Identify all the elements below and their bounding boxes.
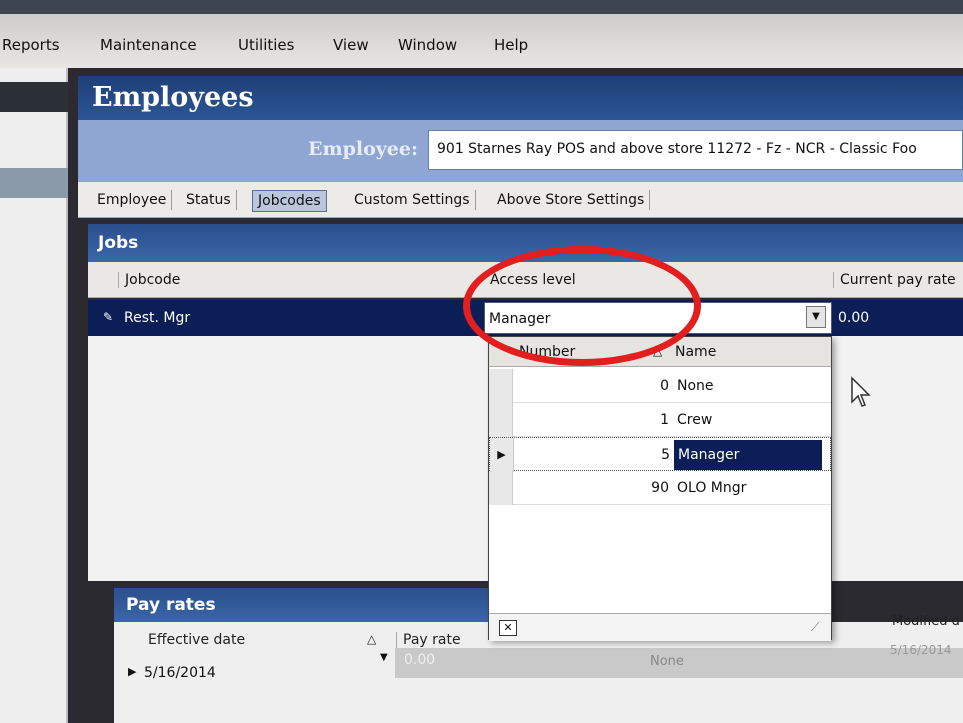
tab-jobcodes[interactable]: Jobcodes	[252, 190, 327, 212]
list-item-selected[interactable]: ▶ 5 Manager	[489, 437, 831, 472]
left-nav-header	[0, 82, 68, 112]
menu-utilities[interactable]: Utilities	[238, 36, 294, 54]
mouse-cursor-icon	[851, 376, 871, 407]
access-level-dropdown-list[interactable]: Number △ Name 0 None 1 Crew ▶ 5 Manager …	[488, 336, 832, 641]
list-item[interactable]: 1 Crew	[489, 403, 831, 437]
pay-rates-section-title: Pay rates	[114, 588, 490, 622]
column-effective-date[interactable]: Effective date	[148, 632, 245, 648]
row-pointer-icon: ▶	[490, 438, 514, 472]
modified-date-cell[interactable]: 5/16/2014	[890, 643, 952, 657]
column-pay-rate[interactable]: Pay rate	[396, 632, 461, 648]
list-item[interactable]: 90 OLO Mngr	[489, 471, 831, 505]
dropdown-footer: ✕ ⟋	[489, 613, 831, 641]
window-top-strip	[0, 0, 963, 14]
left-nav-selected-item[interactable]	[0, 168, 68, 198]
column-current-pay-rate[interactable]: Current pay rate	[833, 272, 956, 288]
column-modified-date[interactable]: Modified d	[892, 614, 960, 629]
sort-triangle-icon: △	[367, 632, 377, 646]
tab-status[interactable]: Status	[181, 190, 237, 210]
pay-rate-access-cell[interactable]: None	[650, 654, 684, 669]
tab-above-store-settings[interactable]: Above Store Settings	[492, 190, 651, 210]
pay-rate-cell[interactable]: 0.00	[838, 310, 869, 326]
left-nav-pane	[0, 68, 68, 723]
dropdown-arrow-icon[interactable]: ▼	[806, 306, 826, 328]
row-pointer-icon: ▶	[128, 665, 137, 678]
list-item[interactable]: 0 None	[489, 369, 831, 403]
window-title: Employees	[78, 76, 963, 120]
resize-grip-icon[interactable]: ⟋	[811, 620, 819, 635]
jobcode-cell[interactable]: Rest. Mgr	[124, 310, 190, 326]
pay-rate-value-cell[interactable]: 0.00	[404, 652, 435, 668]
column-jobcode[interactable]: Jobcode	[118, 272, 180, 288]
menu-reports[interactable]: Reports	[2, 36, 60, 54]
employee-field[interactable]: 901 Starnes Ray POS and above store 1127…	[428, 130, 963, 170]
menu-help[interactable]: Help	[494, 36, 528, 54]
employee-label: Employee:	[308, 138, 418, 160]
menu-view[interactable]: View	[333, 36, 369, 54]
annotation-ring	[463, 246, 701, 366]
edit-pencil-icon: ✎	[103, 310, 114, 324]
date-dropdown-icon[interactable]: ▼	[380, 652, 388, 663]
dropdown-column-name[interactable]: Name	[675, 344, 716, 360]
close-icon[interactable]: ✕	[499, 620, 517, 636]
tab-employee[interactable]: Employee	[92, 190, 173, 210]
effective-date-cell[interactable]: 5/16/2014	[144, 665, 216, 681]
menu-window[interactable]: Window	[398, 36, 457, 54]
menu-maintenance[interactable]: Maintenance	[100, 36, 197, 54]
tab-custom-settings[interactable]: Custom Settings	[349, 190, 476, 210]
